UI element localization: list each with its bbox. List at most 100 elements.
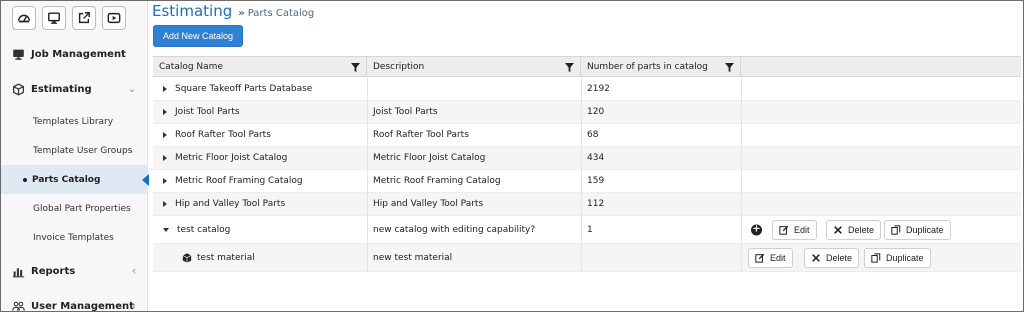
cell-catalog-name: Hip and Valley Tool Parts xyxy=(153,193,285,215)
cube-icon xyxy=(182,252,192,263)
cell-description: Roof Rafter Tool Parts xyxy=(373,130,469,140)
catalog-name-text: Metric Floor Joist Catalog xyxy=(175,153,288,163)
bar-chart-icon xyxy=(11,264,25,278)
header-number-of-parts-label: Number of parts in catalog xyxy=(587,62,708,72)
cell-catalog-name: Metric Floor Joist Catalog xyxy=(153,147,287,169)
header-catalog-name-label: Catalog Name xyxy=(159,62,223,72)
filter-icon[interactable] xyxy=(725,63,734,72)
main-content: Estimating » Parts Catalog Add New Catalog… xyxy=(152,0,1022,312)
nav-templates-library[interactable]: Templates Library xyxy=(1,107,148,136)
cell-part-name: test material xyxy=(153,244,255,271)
duplicate-button[interactable]: Duplicate xyxy=(884,219,951,240)
nav-template-user-groups[interactable]: Template User Groups xyxy=(1,136,148,165)
header-number-of-parts[interactable]: Number of parts in catalog xyxy=(581,57,741,77)
nav-parts-catalog-label: Parts Catalog xyxy=(32,174,101,185)
cell-catalog-name: Metric Roof Framing Catalog xyxy=(153,170,303,192)
monitor-icon[interactable] xyxy=(42,6,66,30)
chevron-down-icon: ⌄ xyxy=(127,83,136,95)
active-pointer-icon xyxy=(142,174,149,186)
breadcrumb: » Parts Catalog xyxy=(238,8,314,19)
catalog-name-text: Metric Roof Framing Catalog xyxy=(175,176,303,186)
header-actions xyxy=(741,57,1021,77)
table-row[interactable]: Metric Floor Joist Catalog Metric Floor … xyxy=(153,147,1021,170)
add-part-icon[interactable]: + xyxy=(751,224,762,235)
nav-template-user-groups-label: Template User Groups xyxy=(33,145,133,156)
catalog-name-text: test catalog xyxy=(177,224,231,235)
grid-header: Catalog Name Description Number of parts… xyxy=(153,56,1021,77)
nav-job-management[interactable]: Job Management xyxy=(1,39,148,69)
duplicate-button[interactable]: Duplicate xyxy=(864,247,931,268)
close-icon xyxy=(812,253,820,262)
expand-arrow-icon[interactable] xyxy=(163,86,167,92)
copy-icon xyxy=(891,224,901,235)
delete-button[interactable]: Delete xyxy=(804,247,860,268)
nav-reports[interactable]: Reports ‹ xyxy=(1,256,148,286)
copy-icon xyxy=(871,252,881,263)
play-icon[interactable] xyxy=(102,6,126,30)
cell-catalog-name: test catalog xyxy=(153,216,230,243)
delete-button-label: Delete xyxy=(826,252,853,263)
cell-count: 159 xyxy=(587,176,605,186)
table-row[interactable]: Metric Roof Framing Catalog Metric Roof … xyxy=(153,170,1021,193)
cell-description: Metric Floor Joist Catalog xyxy=(373,153,486,163)
cell-count: 68 xyxy=(587,130,599,140)
breadcrumb-current[interactable]: Parts Catalog xyxy=(248,8,315,19)
close-icon xyxy=(834,225,842,234)
cell-catalog-name: Joist Tool Parts xyxy=(153,101,240,123)
nav-global-part-properties-label: Global Part Properties xyxy=(33,203,131,214)
cell-description: Metric Roof Framing Catalog xyxy=(373,176,501,186)
nav-user-management[interactable]: User Management ‹ xyxy=(1,291,148,312)
external-link-icon[interactable] xyxy=(72,6,96,30)
nav-invoice-templates-label: Invoice Templates xyxy=(33,232,114,243)
collapse-arrow-icon[interactable] xyxy=(163,227,169,232)
cell-count: 112 xyxy=(587,199,605,209)
table-row[interactable]: Square Takeoff Parts Database 2192 xyxy=(153,78,1021,101)
nav-global-part-properties[interactable]: Global Part Properties xyxy=(1,194,148,223)
cell-count: 2192 xyxy=(587,84,610,94)
expand-arrow-icon[interactable] xyxy=(163,132,167,138)
edit-button[interactable]: Edit xyxy=(748,247,793,268)
chevron-left-icon: ‹ xyxy=(132,265,136,277)
nav-parts-catalog[interactable]: Parts Catalog xyxy=(1,165,149,194)
cell-description: Joist Tool Parts xyxy=(373,107,438,117)
nav-user-management-label: User Management xyxy=(31,300,134,312)
filter-icon[interactable] xyxy=(351,63,360,72)
cube-icon xyxy=(11,82,25,96)
cell-count: 434 xyxy=(587,153,605,163)
nav-reports-label: Reports xyxy=(31,265,76,277)
add-new-catalog-button[interactable]: Add New Catalog xyxy=(153,25,243,47)
delete-button-label: Delete xyxy=(848,224,875,235)
catalog-name-text: Joist Tool Parts xyxy=(175,107,240,117)
monitor-icon xyxy=(11,47,25,61)
table-row[interactable]: Joist Tool Parts Joist Tool Parts 120 xyxy=(153,101,1021,124)
nav-templates-library-label: Templates Library xyxy=(33,116,114,127)
filter-icon[interactable] xyxy=(565,63,574,72)
nav-estimating[interactable]: Estimating ⌄ xyxy=(1,74,148,104)
table-row[interactable]: Roof Rafter Tool Parts Roof Rafter Tool … xyxy=(153,124,1021,147)
cell-count: 120 xyxy=(587,107,605,117)
cell-catalog-name: Square Takeoff Parts Database xyxy=(153,78,312,100)
users-icon xyxy=(11,299,25,312)
header-description[interactable]: Description xyxy=(367,57,581,77)
expand-arrow-icon[interactable] xyxy=(163,109,167,115)
header-catalog-name[interactable]: Catalog Name xyxy=(153,57,367,77)
duplicate-button-label: Duplicate xyxy=(886,252,924,263)
page-title: Estimating xyxy=(152,2,233,20)
child-table-row[interactable]: test material new test material Edit Del… xyxy=(153,244,1021,272)
page-header: Estimating » Parts Catalog xyxy=(152,2,314,20)
table-row[interactable]: Hip and Valley Tool Parts Hip and Valley… xyxy=(153,193,1021,216)
dashboard-icon[interactable] xyxy=(12,6,36,30)
table-row-expanded[interactable]: test catalog new catalog with editing ca… xyxy=(153,216,1021,244)
edit-button[interactable]: Edit xyxy=(772,219,817,240)
catalog-name-text: Hip and Valley Tool Parts xyxy=(175,199,286,209)
cell-description xyxy=(367,78,373,100)
nav-invoice-templates[interactable]: Invoice Templates xyxy=(1,223,148,252)
breadcrumb-separator: » xyxy=(238,8,245,19)
expand-arrow-icon[interactable] xyxy=(163,155,167,161)
expand-arrow-icon[interactable] xyxy=(163,178,167,184)
nav-estimating-label: Estimating xyxy=(31,83,92,95)
delete-button[interactable]: Delete xyxy=(826,219,882,240)
sidebar: Job Management Estimating ⌄ Templates Li… xyxy=(1,1,149,312)
expand-arrow-icon[interactable] xyxy=(163,201,167,207)
duplicate-button-label: Duplicate xyxy=(906,224,944,235)
